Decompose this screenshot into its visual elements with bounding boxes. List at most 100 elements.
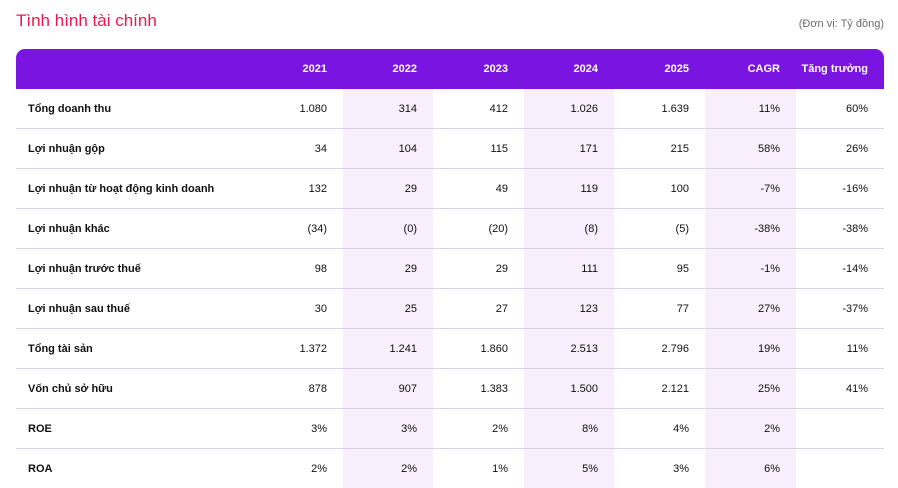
table-cell: 2% <box>433 409 524 449</box>
header-cell-growth: Tăng trưởng <box>796 49 884 89</box>
table-cell: -7% <box>705 169 796 209</box>
table-header: 2021 2022 2023 2024 2025 CAGR Tăng trưởn… <box>16 49 884 89</box>
table-cell: 4% <box>614 409 705 449</box>
table-cell: 58% <box>705 129 796 169</box>
table-cell: 8% <box>524 409 614 449</box>
table-cell: 19% <box>705 329 796 369</box>
table-cell: -38% <box>705 209 796 249</box>
table-row: Lợi nhuận từ hoạt động kinh doanh1322949… <box>16 169 884 209</box>
table-cell: 314 <box>343 89 433 129</box>
table-cell: 27 <box>433 289 524 329</box>
table-cell: 123 <box>524 289 614 329</box>
table-cell: -37% <box>796 289 884 329</box>
header-cell-label <box>16 49 246 89</box>
table-cell: -16% <box>796 169 884 209</box>
table-cell: 104 <box>343 129 433 169</box>
table-cell: 30 <box>246 289 343 329</box>
row-label: Lợi nhuận khác <box>16 209 246 249</box>
table-cell: 215 <box>614 129 705 169</box>
table-cell: 3% <box>246 409 343 449</box>
table-cell: (34) <box>246 209 343 249</box>
table-cell: 3% <box>343 409 433 449</box>
table-cell: 132 <box>246 169 343 209</box>
table-cell <box>796 409 884 449</box>
table-cell: 77 <box>614 289 705 329</box>
table-cell: 100 <box>614 169 705 209</box>
unit-note: (Đơn vị: Tỷ đồng) <box>799 18 884 30</box>
row-label: Lợi nhuận sau thuế <box>16 289 246 329</box>
table-cell: 27% <box>705 289 796 329</box>
table-cell: (20) <box>433 209 524 249</box>
table-cell: 98 <box>246 249 343 289</box>
row-label: ROA <box>16 449 246 488</box>
table-cell: -1% <box>705 249 796 289</box>
table-cell: 29 <box>343 169 433 209</box>
table-cell: 2.121 <box>614 369 705 409</box>
row-label: ROE <box>16 409 246 449</box>
table-cell: (0) <box>343 209 433 249</box>
table-cell: 5% <box>524 449 614 488</box>
table-cell: 1.080 <box>246 89 343 129</box>
table-cell: 1.860 <box>433 329 524 369</box>
table-cell: 1.241 <box>343 329 433 369</box>
header-cell-2022: 2022 <box>343 49 433 89</box>
table-body: Tổng doanh thu1.0803144121.0261.63911%60… <box>16 89 884 488</box>
table-cell: 1.372 <box>246 329 343 369</box>
financial-table-container: 2021 2022 2023 2024 2025 CAGR Tăng trưởn… <box>16 49 884 488</box>
table-cell: 119 <box>524 169 614 209</box>
table-cell: -38% <box>796 209 884 249</box>
header-cell-2024: 2024 <box>524 49 614 89</box>
table-cell: 2% <box>705 409 796 449</box>
header-cell-2023: 2023 <box>433 49 524 89</box>
header-cell-2025: 2025 <box>614 49 705 89</box>
table-cell: 907 <box>343 369 433 409</box>
table-cell: 3% <box>614 449 705 488</box>
table-cell: 2.796 <box>614 329 705 369</box>
table-cell: 29 <box>433 249 524 289</box>
table-row: Tổng doanh thu1.0803144121.0261.63911%60… <box>16 89 884 129</box>
table-cell: 111 <box>524 249 614 289</box>
row-label: Vốn chủ sở hữu <box>16 369 246 409</box>
row-label: Lợi nhuận từ hoạt động kinh doanh <box>16 169 246 209</box>
row-label: Lợi nhuận gộp <box>16 129 246 169</box>
row-label: Tổng doanh thu <box>16 89 246 129</box>
row-label: Tổng tài sản <box>16 329 246 369</box>
table-cell: 25% <box>705 369 796 409</box>
table-cell: 26% <box>796 129 884 169</box>
table-cell: 1.639 <box>614 89 705 129</box>
table-cell: -14% <box>796 249 884 289</box>
table-cell: (5) <box>614 209 705 249</box>
table-cell: 115 <box>433 129 524 169</box>
header-row: 2021 2022 2023 2024 2025 CAGR Tăng trưởn… <box>16 49 884 89</box>
table-row: Vốn chủ sở hữu8789071.3831.5002.12125%41… <box>16 369 884 409</box>
table-cell: 2.513 <box>524 329 614 369</box>
table-cell: 1% <box>433 449 524 488</box>
table-row: ROA2%2%1%5%3%6% <box>16 449 884 488</box>
table-row: Lợi nhuận trước thuế98292911195-1%-14% <box>16 249 884 289</box>
page-title: Tình hình tài chính <box>16 11 157 31</box>
header-cell-2021: 2021 <box>246 49 343 89</box>
table-cell: 95 <box>614 249 705 289</box>
table-cell: 1.500 <box>524 369 614 409</box>
table-cell: 2% <box>246 449 343 488</box>
table-cell: 1.383 <box>433 369 524 409</box>
table-cell: 11% <box>796 329 884 369</box>
table-cell: 25 <box>343 289 433 329</box>
table-cell: 11% <box>705 89 796 129</box>
table-row: Lợi nhuận sau thuế3025271237727%-37% <box>16 289 884 329</box>
header-cell-cagr: CAGR <box>705 49 796 89</box>
table-row: ROE3%3%2%8%4%2% <box>16 409 884 449</box>
financial-table: 2021 2022 2023 2024 2025 CAGR Tăng trưởn… <box>16 49 884 488</box>
table-cell: 171 <box>524 129 614 169</box>
table-cell <box>796 449 884 488</box>
table-row: Lợi nhuận khác(34)(0)(20)(8)(5)-38%-38% <box>16 209 884 249</box>
table-cell: 2% <box>343 449 433 488</box>
table-cell: (8) <box>524 209 614 249</box>
table-row: Tổng tài sản1.3721.2411.8602.5132.79619%… <box>16 329 884 369</box>
table-cell: 412 <box>433 89 524 129</box>
table-cell: 6% <box>705 449 796 488</box>
table-row: Lợi nhuận gộp3410411517121558%26% <box>16 129 884 169</box>
row-label: Lợi nhuận trước thuế <box>16 249 246 289</box>
table-cell: 41% <box>796 369 884 409</box>
table-cell: 34 <box>246 129 343 169</box>
